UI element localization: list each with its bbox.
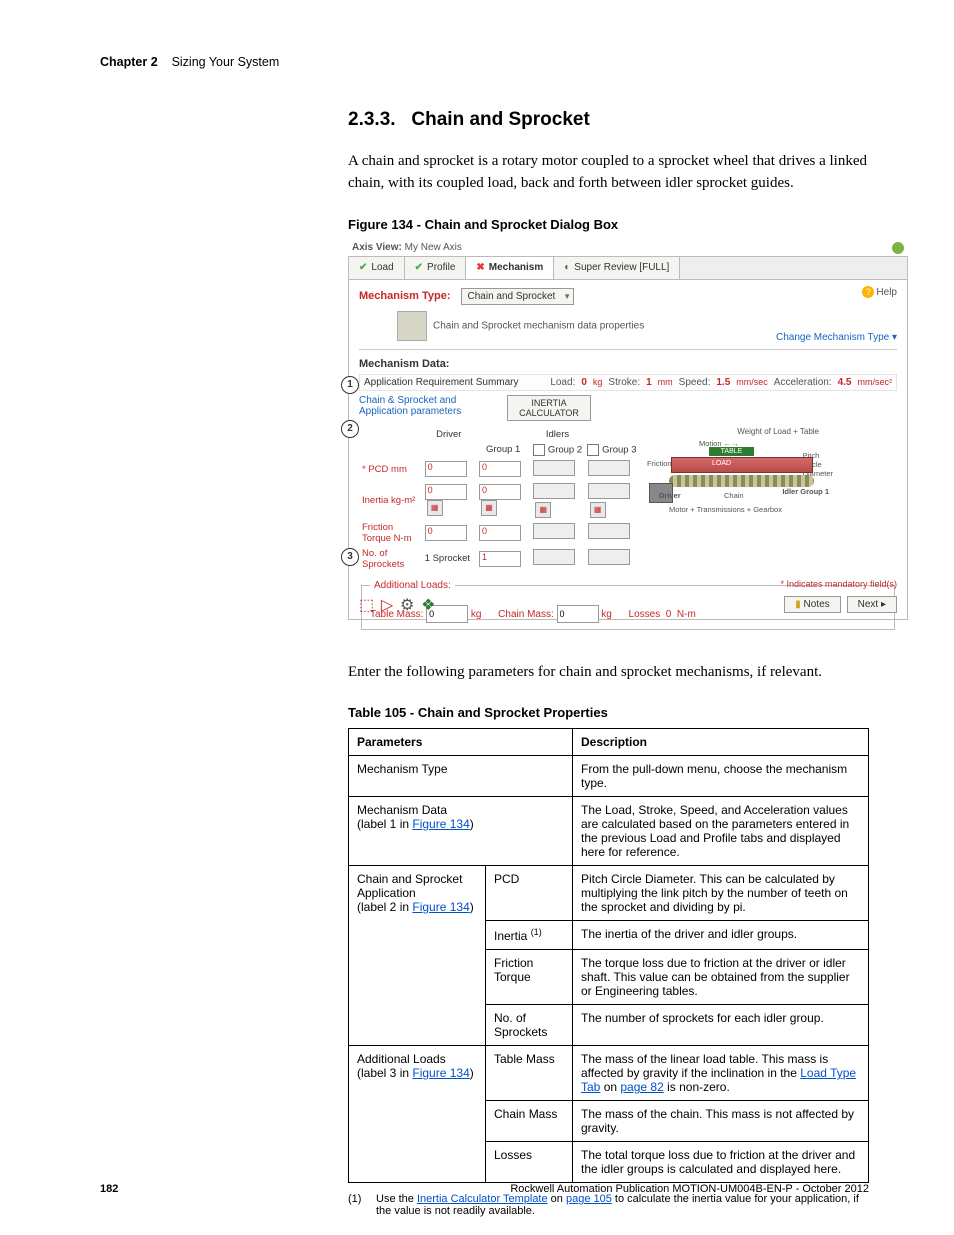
ft-driver-input[interactable]: 0: [425, 525, 467, 541]
mandatory-note: * Indicates mandatory field(s): [780, 579, 897, 589]
summary-bar: Application Requirement Summary Load:0kg…: [359, 374, 897, 391]
table-caption: Table 105 - Chain and Sprocket Propertie…: [348, 705, 869, 720]
tab-profile[interactable]: ✔Profile: [405, 257, 467, 279]
after-figure-text: Enter the following parameters for chain…: [348, 662, 869, 684]
inertia-driver-input[interactable]: 0: [425, 484, 467, 500]
ft-g1-input[interactable]: 0: [479, 525, 521, 541]
inertia-calculator-button[interactable]: INERTIA CALCULATOR: [507, 395, 591, 421]
figure-link[interactable]: Figure 134: [412, 1066, 469, 1080]
figure-link[interactable]: Figure 134: [412, 900, 469, 914]
footer-icon[interactable]: ▷: [381, 597, 393, 614]
dialog-tabs: ✔Load ✔Profile ✖Mechanism ◐Super Review …: [348, 256, 908, 280]
footer-icon[interactable]: ❖: [421, 597, 435, 614]
calc-icon: ▦: [590, 502, 606, 518]
group3-checkbox[interactable]: [587, 444, 599, 456]
page-header: Chapter 2 Sizing Your System: [100, 55, 869, 69]
figure-caption: Figure 134 - Chain and Sprocket Dialog B…: [348, 217, 869, 232]
table-row: Additional Loads (label 3 in Figure 134): [349, 1046, 486, 1183]
inertia-template-link[interactable]: Inertia Calculator Template: [417, 1193, 548, 1205]
help-link[interactable]: ?Help: [862, 286, 897, 298]
nspr-g1-input[interactable]: 1: [479, 551, 521, 567]
review-icon: ◐: [564, 262, 570, 273]
next-button[interactable]: Next ▸: [847, 596, 897, 613]
mechanism-icon: [397, 311, 427, 341]
mechanism-diagram: Weight of Load + Table Motion ←→ Frictio…: [649, 427, 829, 537]
inertia-g1-input[interactable]: 0: [479, 484, 521, 500]
mechanism-data-label: Mechanism Data:: [359, 358, 897, 370]
callout-3: 3: [341, 548, 359, 566]
params-link[interactable]: Chain & Sprocket and Application paramet…: [359, 395, 499, 417]
calc-icon[interactable]: ▦: [427, 500, 443, 516]
check-icon: ✔: [415, 262, 423, 273]
properties-table: Parameters Description Mechanism Type Fr…: [348, 728, 869, 1183]
publication-info: Rockwell Automation Publication MOTION-U…: [510, 1183, 869, 1195]
chapter-label: Chapter 2: [100, 55, 158, 69]
figure-link[interactable]: Figure 134: [412, 817, 469, 831]
help-icon[interactable]: [892, 242, 904, 254]
tab-load[interactable]: ✔Load: [349, 257, 405, 279]
tab-mechanism[interactable]: ✖Mechanism: [466, 257, 554, 279]
chapter-title: Sizing Your System: [172, 55, 280, 69]
pcd-g2-input: [533, 460, 575, 476]
calc-icon[interactable]: ▦: [481, 500, 497, 516]
group2-checkbox[interactable]: [533, 444, 545, 456]
change-mechanism-link[interactable]: Change Mechanism Type ▾: [776, 332, 897, 343]
footer-icon[interactable]: ⚙: [400, 597, 414, 614]
mechanism-type-dropdown[interactable]: Chain and Sprocket: [461, 288, 575, 305]
page-footer: 182 Rockwell Automation Publication MOTI…: [100, 1183, 869, 1195]
footer-icon[interactable]: ⬚: [359, 597, 374, 614]
mechanism-type-label: Mechanism Type:: [359, 290, 451, 302]
table-row: Mechanism Data (label 1 in Figure 134): [349, 797, 573, 866]
pcd-g1-input[interactable]: 0: [479, 461, 521, 477]
notes-button[interactable]: ▮ Notes: [784, 596, 840, 613]
callout-1: 1: [341, 376, 359, 394]
table-row: Chain and Sprocket Application (label 2 …: [349, 866, 486, 1046]
intro-paragraph: A chain and sprocket is a rotary motor c…: [348, 151, 869, 195]
pcd-driver-input[interactable]: 0: [425, 461, 467, 477]
calc-icon: ▦: [535, 502, 551, 518]
tab-super-review[interactable]: ◐Super Review [FULL]: [554, 257, 680, 279]
callout-2: 2: [341, 420, 359, 438]
section-heading: 2.3.3. Chain and Sprocket: [348, 109, 869, 131]
page-link[interactable]: page 105: [566, 1193, 612, 1205]
footnote: (1) Use the Inertia Calculator Template …: [348, 1193, 869, 1217]
page-link[interactable]: page 82: [620, 1080, 663, 1094]
page-number: 182: [100, 1183, 118, 1195]
dialog-screenshot: Axis View: My New Axis ✔Load ✔Profile ✖M…: [348, 240, 908, 640]
x-icon: ✖: [476, 262, 484, 273]
check-icon: ✔: [359, 262, 367, 273]
pcd-g3-input: [588, 460, 630, 476]
